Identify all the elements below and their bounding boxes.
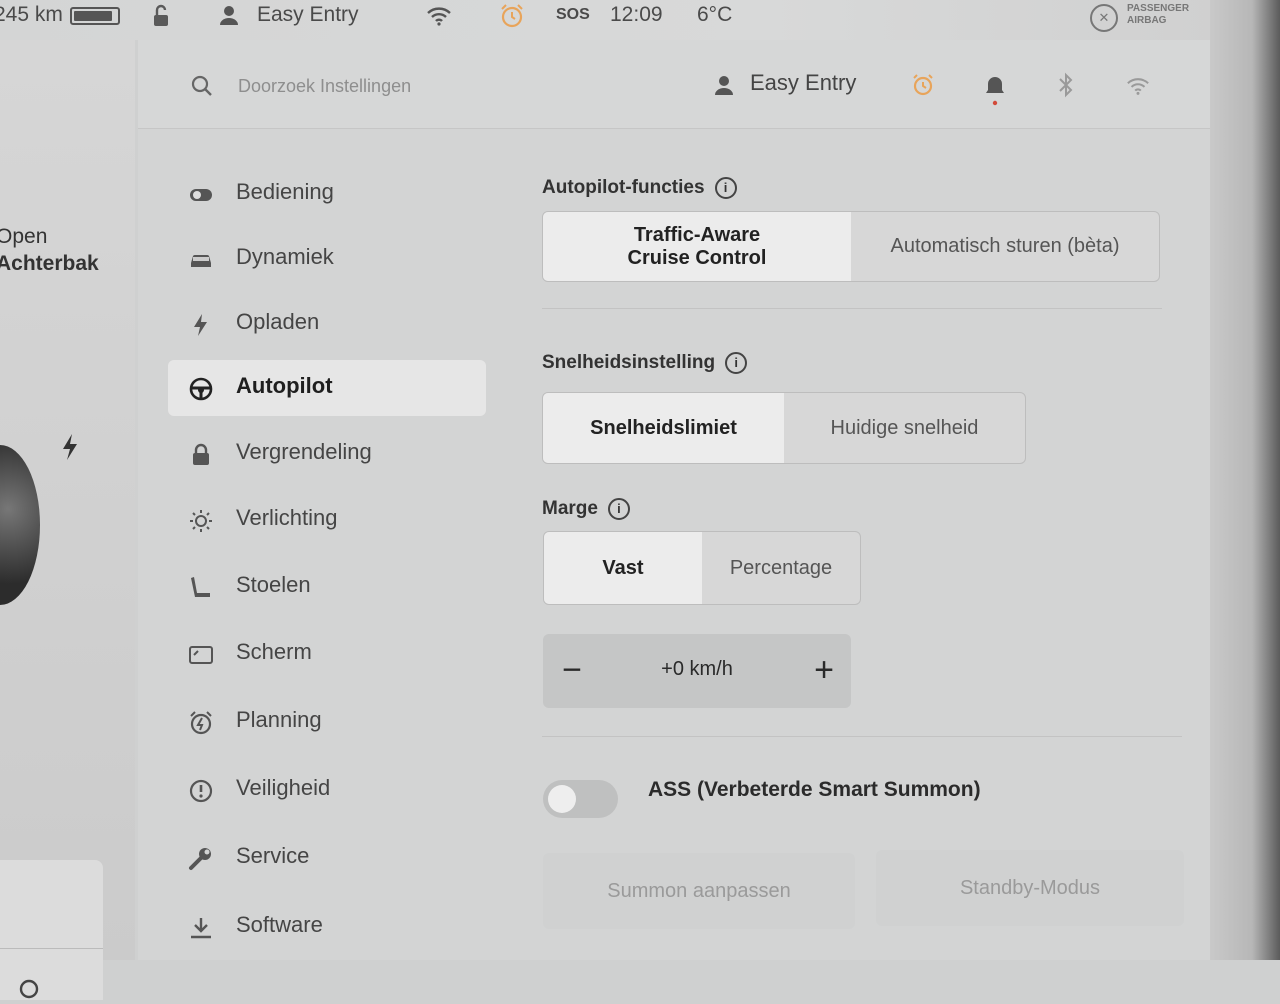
ass-toggle[interactable] [543,780,618,818]
info-icon[interactable]: i [607,498,630,520]
alarm-icon[interactable] [499,3,525,29]
nav-item-dynamiek[interactable]: Dynamiek [168,231,486,287]
autopilot-features-selector: Traffic-Aware Cruise Control Automatisch… [542,211,1160,282]
speed-setting-title: Snelheidsinstelling i [542,352,748,374]
section-divider [542,308,1162,309]
alarm-icon[interactable] [910,72,936,98]
margin-title-text: Marge [542,498,598,519]
wifi-icon[interactable] [1126,76,1150,96]
nav-label: Bediening [236,179,334,204]
nav-item-software[interactable]: Software [168,899,486,955]
nav-label: Autopilot [236,373,333,398]
standby-mode-button[interactable]: Standby-Modus [876,850,1184,926]
nav-item-service[interactable]: Service [168,830,486,886]
user-icon [715,76,733,95]
airbag-line2: AIRBAG [1127,15,1167,26]
wifi-icon [427,7,451,26]
option-snelheidslimiet[interactable]: Snelheidslimiet [543,393,784,463]
settings-header: Easy Entry [138,40,1210,129]
toggle-knob [548,785,576,813]
unlock-icon[interactable] [150,4,176,28]
outside-temperature: 6°C [697,3,733,26]
nav-item-planning[interactable]: Planning [168,694,486,750]
info-icon[interactable]: i [714,177,737,199]
autopilot-features-title-text: Autopilot-functies [542,177,705,198]
margin-stepper: − +0 km/h + [543,634,851,708]
alert-circle-icon [189,779,213,803]
sun-icon [190,510,212,532]
trunk-open-line1[interactable]: Open [0,225,47,249]
ass-label: ASS (Verbeterde Smart Summon) [648,778,981,801]
nav-label: Scherm [236,639,312,664]
seat-icon [191,577,210,597]
nav-item-verlichting[interactable]: Verlichting [168,492,486,548]
screen-bezel [1210,0,1280,960]
lightning-icon [194,314,207,336]
settings-panel: Easy Entry Bediening Dynamiek [138,40,1210,960]
nav-label: Verlichting [236,505,338,530]
display-icon [189,646,213,664]
margin-selector: Vast Percentage [543,531,861,605]
section-divider [542,736,1182,737]
nav-item-autopilot[interactable]: Autopilot [168,360,486,416]
user-icon [220,6,238,25]
car-icon [191,254,211,267]
summon-customize-button[interactable]: Summon aanpassen [543,853,855,929]
option-line2: Cruise Control [627,246,767,269]
nav-item-opladen[interactable]: Opladen [168,296,486,352]
search-icon[interactable] [190,74,214,98]
increment-button[interactable]: + [799,646,849,696]
nav-label: Vergrendeling [236,439,372,464]
nav-label: Stoelen [236,572,311,597]
nav-item-bediening[interactable]: Bediening [168,166,486,222]
speed-setting-title-text: Snelheidsinstelling [542,352,716,373]
car-image [0,445,40,605]
option-percentage[interactable]: Percentage [702,532,860,604]
option-huidige-snelheid[interactable]: Huidige snelheid [784,393,1025,463]
nav-label: Dynamiek [236,244,334,269]
status-bar: 245 km Easy Entry SOS 12:09 6°C ✕ PASSEN… [0,0,1280,40]
nav-label: Software [236,912,323,937]
range-readout: 245 km [0,3,63,26]
airbag-line1: PASSENGER [1127,3,1190,14]
media-card [0,860,103,1000]
steering-wheel-icon [189,377,213,401]
car-view-panel: Open Achterbak [0,40,135,1000]
nav-label: Service [236,843,310,868]
nav-item-veiligheid[interactable]: Veiligheid [168,762,486,818]
lock-icon [193,443,209,465]
info-icon[interactable]: i [725,352,748,374]
alarm-icon [190,711,212,735]
header-profile-name[interactable]: Easy Entry [750,70,856,96]
nav-label: Planning [236,707,322,732]
margin-title: Marge i [542,498,630,520]
settings-search-input[interactable] [236,72,600,100]
charge-port-lightning-icon[interactable] [60,433,80,461]
nav-item-scherm[interactable]: Scherm [168,626,486,682]
option-vast[interactable]: Vast [544,532,702,604]
battery-fill [74,11,112,21]
wrench-icon [189,848,211,870]
download-icon [191,918,211,939]
speed-setting-selector: Snelheidslimiet Huidige snelheid [542,392,1026,464]
bell-icon[interactable] [984,72,1006,108]
nav-item-stoelen[interactable]: Stoelen [168,559,486,615]
toggle-icon [190,189,212,201]
search-icon[interactable] [18,978,44,1004]
autopilot-features-title: Autopilot-functies i [542,177,737,199]
clock: 12:09 [610,3,663,26]
nav-label: Veiligheid [236,775,331,800]
nav-label: Opladen [236,309,320,334]
status-profile-name[interactable]: Easy Entry [257,0,359,30]
nav-item-vergrendeling[interactable]: Vergrendeling [168,426,486,482]
battery-icon [70,7,120,25]
bluetooth-icon[interactable] [1056,72,1076,98]
option-automatisch-sturen[interactable]: Automatisch sturen (bèta) [851,212,1159,281]
sos-label[interactable]: SOS [556,0,590,30]
airbag-icon: ✕ [1090,4,1118,32]
trunk-open-line2[interactable]: Achterbak [0,252,99,276]
option-traffic-aware-cruise-control[interactable]: Traffic-Aware Cruise Control [543,212,851,281]
passenger-airbag-indicator: ✕ PASSENGER AIRBAG [1090,2,1200,32]
option-line1: Traffic-Aware [633,223,761,246]
